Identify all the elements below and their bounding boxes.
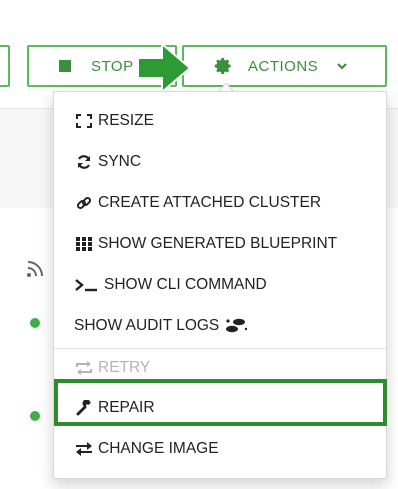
actions-button[interactable]: ACTIONS [182,45,387,87]
grid-icon [74,236,94,252]
menu-item-label: SYNC [98,153,142,170]
status-dot [30,318,40,328]
menu-item-label: SHOW CLI COMMAND [104,276,267,293]
sync-icon [74,154,94,170]
actions-button-label: ACTIONS [248,57,319,75]
partial-button[interactable] [0,45,10,87]
menu-item-show-audit-logs[interactable]: SHOW AUDIT LOGS [74,306,251,346]
menu-item-label: RESIZE [98,112,154,129]
menu-item-label: CREATE ATTACHED CLUSTER [98,194,322,211]
chevron-down-icon [337,63,347,70]
arrow-right-icon [137,41,192,95]
gear-icon [214,58,231,74]
menu-item-label: CHANGE IMAGE [98,440,219,457]
menu-item-label: RETRY [98,359,151,376]
menu-item-sync[interactable]: SYNC [74,142,141,182]
menu-item-create-attached-cluster[interactable]: CREATE ATTACHED CLUSTER [74,183,321,223]
page: STOP ACTIONS RESIZE SYNC CREATE ATTACHED… [0,0,398,489]
rss-icon [27,261,43,277]
terminal-icon [74,277,100,293]
stop-button-label: STOP [91,57,134,75]
menu-item-label: SHOW GENERATED BLUEPRINT [98,235,338,252]
retry-icon [74,360,94,376]
menu-item-show-cli-command[interactable]: SHOW CLI COMMAND [74,265,267,305]
footsteps-icon [225,318,248,334]
square-stop-icon [59,60,71,72]
menu-item-label: SHOW AUDIT LOGS [74,317,220,334]
status-dot [30,411,40,421]
menu-item-change-image[interactable]: CHANGE IMAGE [74,429,219,469]
link-icon [74,195,94,211]
actions-dropdown-menu: RESIZE SYNC CREATE ATTACHED CLUSTER SHOW… [53,91,387,479]
menu-item-resize[interactable]: RESIZE [74,101,154,141]
exchange-icon [74,441,94,457]
resize-icon [74,113,94,129]
repair-highlight-box [54,379,387,426]
menu-item-show-generated-blueprint[interactable]: SHOW GENERATED BLUEPRINT [74,224,337,264]
